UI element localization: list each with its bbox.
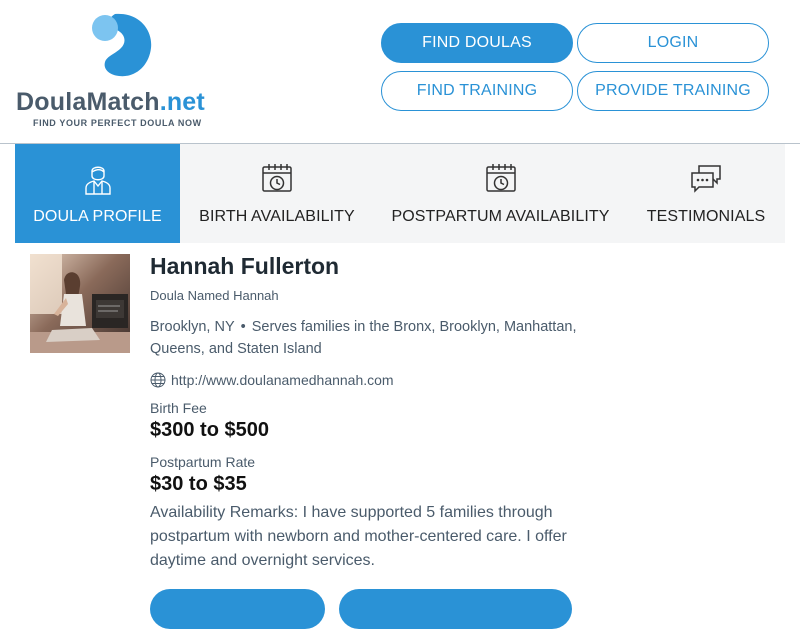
business-name: Doula Named Hannah: [150, 288, 279, 303]
bullet-separator: •: [240, 319, 246, 335]
contact-button[interactable]: [150, 589, 325, 629]
calendar-clock-icon: [485, 164, 516, 192]
globe-icon: [150, 372, 166, 388]
doula-profile-photo: [30, 254, 130, 353]
website-link[interactable]: http://www.doulanamedhannah.com: [171, 372, 394, 388]
availability-remarks: Availability Remarks: I have supported 5…: [150, 504, 567, 569]
doula-name: Hannah Fullerton: [150, 253, 340, 279]
postpartum-rate-value: $30 to $35: [150, 473, 247, 495]
doula-match-logo-mark: [92, 13, 152, 77]
logo-tagline: FIND YOUR PERFECT DOULA NOW: [33, 118, 202, 128]
logo-wordmark: DoulaMatch.net: [16, 88, 205, 116]
tab-label: BIRTH AVAILABILITY: [199, 208, 355, 225]
tab-label: DOULA PROFILE: [33, 208, 162, 225]
tab-doula-profile[interactable]: DOULA PROFILE: [15, 144, 180, 243]
tab-label: TESTIMONIALS: [646, 208, 766, 225]
website-row: http://www.doulanamedhannah.com: [150, 372, 394, 388]
site-header: DoulaMatch.net FIND YOUR PERFECT DOULA N…: [0, 0, 800, 144]
find-training-button[interactable]: FIND TRAINING: [381, 71, 573, 111]
login-button[interactable]: LOGIN: [577, 23, 769, 63]
doula-person-icon: [84, 166, 111, 195]
birth-fee-label: Birth Fee: [150, 400, 207, 416]
calendar-clock-icon: [262, 164, 292, 192]
service-area: Brooklyn, NY • Serves families in the Bron…: [150, 316, 610, 360]
tab-label: POSTPARTUM AVAILABILITY: [391, 208, 610, 225]
provide-training-button[interactable]: PROVIDE TRAINING: [577, 71, 769, 111]
chat-bubbles-icon: [691, 165, 721, 193]
secondary-action-button[interactable]: [339, 589, 572, 629]
site-logo[interactable]: DoulaMatch.net FIND YOUR PERFECT DOULA N…: [16, 12, 226, 132]
find-doulas-button[interactable]: FIND DOULAS: [381, 23, 573, 63]
birth-fee-value: $300 to $500: [150, 419, 269, 441]
tab-birth-availability[interactable]: BIRTH AVAILABILITY: [180, 144, 374, 243]
profile-tabs: DOULA PROFILE BIRTH AVAILABILITY POSTPAR…: [15, 144, 785, 243]
postpartum-rate-label: Postpartum Rate: [150, 454, 256, 470]
tab-testimonials[interactable]: TESTIMONIALS: [627, 144, 785, 243]
tab-postpartum-availability[interactable]: POSTPARTUM AVAILABILITY: [374, 144, 627, 243]
city: Brooklyn, NY: [150, 319, 235, 335]
